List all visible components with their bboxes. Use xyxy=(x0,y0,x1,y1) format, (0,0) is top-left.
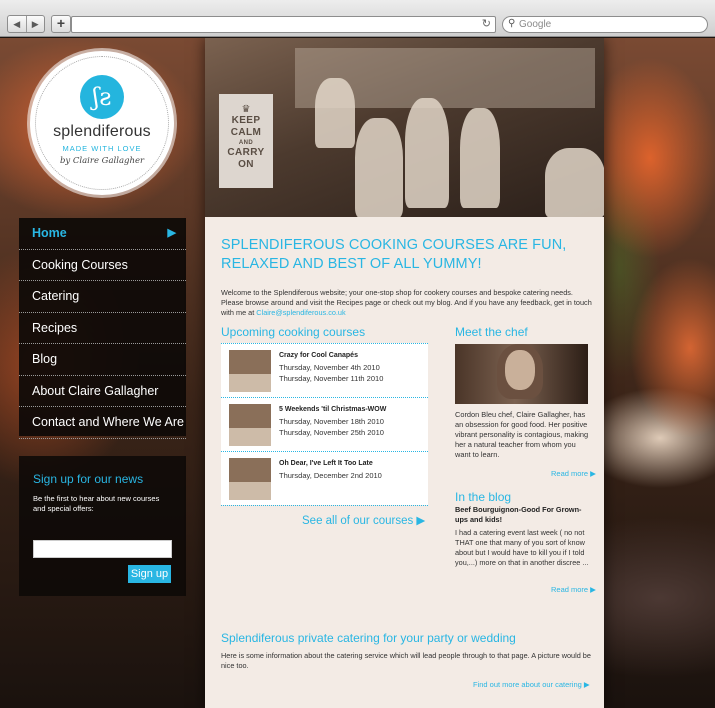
newsletter-signup: Sign up for our news Be the first to hea… xyxy=(19,456,186,596)
nav-item-label: Contact and Where We Are xyxy=(32,415,184,429)
hero-person-figure xyxy=(405,98,449,208)
blog-post-title[interactable]: Beef Bourguignon-Good For Grown-ups and … xyxy=(455,505,590,525)
course-item[interactable]: Oh Dear, I've Left It Too Late Thursday,… xyxy=(221,452,428,506)
logo-name: splendiferous xyxy=(53,123,151,140)
blog-post-excerpt: I had a catering event last week ( no no… xyxy=(455,528,589,567)
poster-line: AND xyxy=(238,140,254,146)
nav-item-home[interactable]: Home ▶ xyxy=(19,218,186,250)
course-thumbnail xyxy=(229,350,271,392)
poster-line: KEEP xyxy=(231,115,261,126)
hero-person-figure xyxy=(460,108,500,208)
nav-item-label: Blog xyxy=(32,352,58,366)
course-date: Thursday, November 4th 2010 xyxy=(279,363,380,372)
hero-person-figure xyxy=(545,148,604,217)
logo-tagline: MADE WITH LOVE xyxy=(62,144,142,153)
keep-calm-poster: ♛ KEEP CALM AND CARRY ON xyxy=(219,94,273,188)
new-tab-button[interactable]: + xyxy=(51,15,71,33)
search-input[interactable] xyxy=(519,18,699,31)
course-date: Thursday, December 2nd 2010 xyxy=(279,471,382,480)
address-bar[interactable]: ↻ xyxy=(71,16,496,33)
catering-text: Here is some information about the cater… xyxy=(221,651,591,670)
search-box[interactable]: ⚲ xyxy=(502,16,708,33)
main-content: ♛ KEEP CALM AND CARRY ON SPLENDIFEROUS C… xyxy=(205,38,604,708)
signup-text: Be the first to hear about new courses a… xyxy=(33,494,160,513)
signup-button[interactable]: Sign up xyxy=(128,565,171,583)
hero-person-figure xyxy=(315,78,355,148)
see-all-courses-link[interactable]: See all of our courses ▶ xyxy=(302,513,425,527)
nav-item-cooking-courses[interactable]: Cooking Courses xyxy=(19,250,186,281)
main-navigation: Home ▶ Cooking Courses Catering Recipes … xyxy=(19,218,186,439)
course-title: 5 Weekends 'til Christmas-WOW xyxy=(279,406,387,413)
chef-face xyxy=(505,350,535,390)
page-headline: SPLENDIFEROUS COOKING COURSES ARE FUN, R… xyxy=(221,237,567,272)
browser-toolbar: ◀ ▶ + ↻ ⚲ xyxy=(0,0,715,37)
forward-button[interactable]: ▶ xyxy=(27,16,45,32)
nav-item-contact[interactable]: Contact and Where We Are xyxy=(19,407,186,439)
nav-item-label: Catering xyxy=(32,289,80,303)
nav-item-blog[interactable]: Blog xyxy=(19,344,186,376)
site-logo[interactable]: ʃƨ splendiferous MADE WITH LOVE by Clair… xyxy=(30,51,174,195)
nav-item-label: Home xyxy=(32,226,67,240)
meet-chef-heading: Meet the chef xyxy=(455,325,528,339)
signup-title: Sign up for our news xyxy=(33,472,144,486)
nav-item-label: Recipes xyxy=(32,320,78,335)
blog-heading: In the blog xyxy=(455,490,512,504)
history-buttons: ◀ ▶ xyxy=(7,15,45,33)
nav-item-label: Cooking Courses xyxy=(32,257,128,272)
nav-item-catering[interactable]: Catering xyxy=(19,281,186,313)
back-button[interactable]: ◀ xyxy=(8,16,27,32)
arrow-right-icon: ▶ xyxy=(167,227,176,239)
catering-heading: Splendiferous private catering for your … xyxy=(221,631,516,645)
logo-mark-icon: ʃƨ xyxy=(80,75,124,119)
course-date: Thursday, November 25th 2010 xyxy=(279,428,384,437)
signup-email-input[interactable] xyxy=(33,540,172,558)
course-title: Oh Dear, I've Left It Too Late xyxy=(279,460,373,467)
upcoming-courses-heading: Upcoming cooking courses xyxy=(221,325,366,339)
contact-email-link[interactable]: Claire@splendiferous.co.uk xyxy=(256,308,345,317)
nav-item-recipes[interactable]: Recipes xyxy=(19,313,186,344)
hero-image: ♛ KEEP CALM AND CARRY ON xyxy=(205,38,604,217)
nav-item-about[interactable]: About Claire Gallagher xyxy=(19,376,186,407)
chef-photo xyxy=(455,344,588,404)
reload-icon[interactable]: ↻ xyxy=(482,17,491,32)
course-item[interactable]: 5 Weekends 'til Christmas-WOW Thursday, … xyxy=(221,398,428,452)
poster-line: ON xyxy=(238,159,254,170)
course-date: Thursday, November 18th 2010 xyxy=(279,417,384,426)
course-list: Crazy for Cool Canapés Thursday, Novembe… xyxy=(221,343,428,506)
course-thumbnail xyxy=(229,458,271,500)
logo-byline: by Claire Gallagher xyxy=(59,156,145,166)
poster-line: CARRY xyxy=(227,147,265,158)
nav-item-label: About Claire Gallagher xyxy=(32,383,159,398)
course-date: Thursday, November 11th 2010 xyxy=(279,374,384,383)
course-thumbnail xyxy=(229,404,271,446)
hero-person-figure xyxy=(355,118,403,217)
crown-icon: ♛ xyxy=(241,104,251,115)
intro-text: Welcome to the Splendiferous website; yo… xyxy=(221,288,593,318)
catering-more-link[interactable]: Find out more about our catering ▶ xyxy=(473,680,590,689)
search-icon: ⚲ xyxy=(508,18,516,29)
course-title: Crazy for Cool Canapés xyxy=(279,352,358,359)
chef-read-more-link[interactable]: Read more ▶ xyxy=(551,469,596,478)
chef-bio: Cordon Bleu chef, Claire Gallagher, has … xyxy=(455,410,589,459)
poster-line: CALM xyxy=(230,127,262,138)
course-item[interactable]: Crazy for Cool Canapés Thursday, Novembe… xyxy=(221,344,428,398)
web-page: ʃƨ splendiferous MADE WITH LOVE by Clair… xyxy=(0,38,715,708)
blog-read-more-link[interactable]: Read more ▶ xyxy=(551,585,596,594)
